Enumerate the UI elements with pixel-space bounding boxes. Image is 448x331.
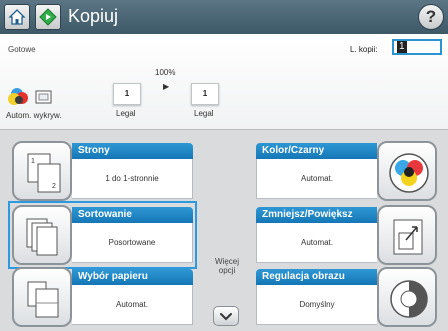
input-paper-size: Legal bbox=[116, 109, 136, 118]
more-options-label: Więcej opcji bbox=[214, 257, 239, 275]
image-adjust-icon bbox=[390, 280, 428, 318]
auto-detect-label: Autom. wykryw. bbox=[6, 111, 62, 120]
collate-icon bbox=[26, 218, 58, 256]
tile-sides[interactable]: 1 2 Strony 1 do 1-stronnie bbox=[12, 141, 193, 201]
copies-input[interactable]: 1 bbox=[392, 39, 442, 55]
sides-tile-icon-box: 1 2 bbox=[12, 141, 72, 201]
tile-image-adjust[interactable]: Regulacja obrazu Domyślny bbox=[256, 267, 437, 327]
tile-color[interactable]: Kolor/Czarny Automat. bbox=[256, 141, 437, 201]
paper-select-value: Automat. bbox=[72, 285, 193, 325]
zoom-label: 100% bbox=[155, 68, 176, 77]
color-value: Automat. bbox=[256, 159, 377, 199]
home-icon bbox=[8, 9, 26, 25]
reduce-enlarge-tile-icon-box bbox=[377, 205, 437, 265]
paper-select-tile-icon-box bbox=[12, 267, 72, 327]
reduce-enlarge-title: Zmniejsz/Powiększ bbox=[256, 207, 377, 223]
svg-text:1: 1 bbox=[31, 158, 35, 165]
output-paper-count: 1 bbox=[191, 83, 219, 105]
image-adjust-title: Regulacja obrazu bbox=[256, 269, 377, 285]
chevron-down-icon bbox=[220, 313, 232, 321]
paper-select-title: Wybór papieru bbox=[72, 269, 193, 285]
app-title: Kopiuj bbox=[68, 6, 119, 26]
collate-title: Sortowanie bbox=[72, 207, 193, 223]
output-paper-size: Legal bbox=[194, 109, 214, 118]
status-panel bbox=[0, 34, 448, 130]
sides-icon: 1 2 bbox=[27, 153, 61, 193]
help-button[interactable]: ? bbox=[418, 4, 444, 30]
start-copy-icon bbox=[39, 8, 57, 26]
start-copy-button[interactable] bbox=[35, 4, 61, 30]
color-tile-icon-box bbox=[377, 141, 437, 201]
more-options-button[interactable] bbox=[213, 306, 239, 326]
sides-title: Strony bbox=[72, 143, 193, 159]
sides-value: 1 do 1-stronnie bbox=[72, 159, 193, 199]
color-icon bbox=[389, 153, 429, 193]
tile-paper-select[interactable]: Wybór papieru Automat. bbox=[12, 267, 193, 327]
copies-value: 1 bbox=[397, 41, 407, 53]
tile-collate[interactable]: Sortowanie Posortowane bbox=[8, 201, 197, 269]
auto-detect-icon bbox=[8, 88, 52, 105]
collate-tile-icon-box bbox=[12, 205, 72, 265]
paper-select-icon bbox=[27, 281, 59, 318]
collate-value: Posortowane bbox=[72, 223, 193, 263]
image-adjust-value: Domyślny bbox=[256, 285, 377, 325]
reduce-enlarge-value: Automat. bbox=[256, 223, 377, 263]
status-text: Gotowe bbox=[8, 45, 36, 54]
svg-text:2: 2 bbox=[52, 183, 56, 190]
copies-label: L. kopii: bbox=[350, 45, 378, 54]
home-button[interactable] bbox=[4, 4, 30, 30]
color-title: Kolor/Czarny bbox=[256, 143, 377, 159]
image-adjust-tile-icon-box bbox=[377, 267, 437, 327]
reduce-enlarge-icon bbox=[393, 219, 423, 255]
tile-reduce-enlarge[interactable]: Zmniejsz/Powiększ Automat. bbox=[256, 205, 437, 265]
arrow-right-icon: ▶ bbox=[163, 82, 170, 91]
input-paper-count: 1 bbox=[113, 83, 141, 105]
